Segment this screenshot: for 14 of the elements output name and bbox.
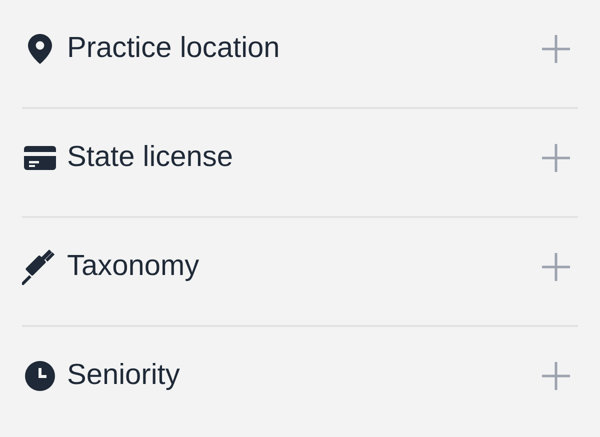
clock-icon bbox=[22, 360, 58, 390]
section-header[interactable]: State license bbox=[22, 109, 578, 216]
section-title: Practice location bbox=[67, 32, 281, 65]
card-icon bbox=[22, 146, 58, 170]
section-header[interactable]: Practice location bbox=[22, 0, 578, 107]
toggle-icon[interactable] bbox=[542, 144, 570, 172]
section-header[interactable]: Taxonomy bbox=[22, 218, 578, 325]
section-header[interactable]: Seniority bbox=[22, 327, 578, 434]
toggle-icon[interactable] bbox=[542, 34, 570, 62]
section-title: Seniority bbox=[67, 359, 181, 392]
section-title: State license bbox=[67, 141, 234, 174]
toggle-icon[interactable] bbox=[542, 252, 570, 280]
section-title: Taxonomy bbox=[67, 250, 200, 283]
toggle-icon[interactable] bbox=[542, 362, 570, 390]
